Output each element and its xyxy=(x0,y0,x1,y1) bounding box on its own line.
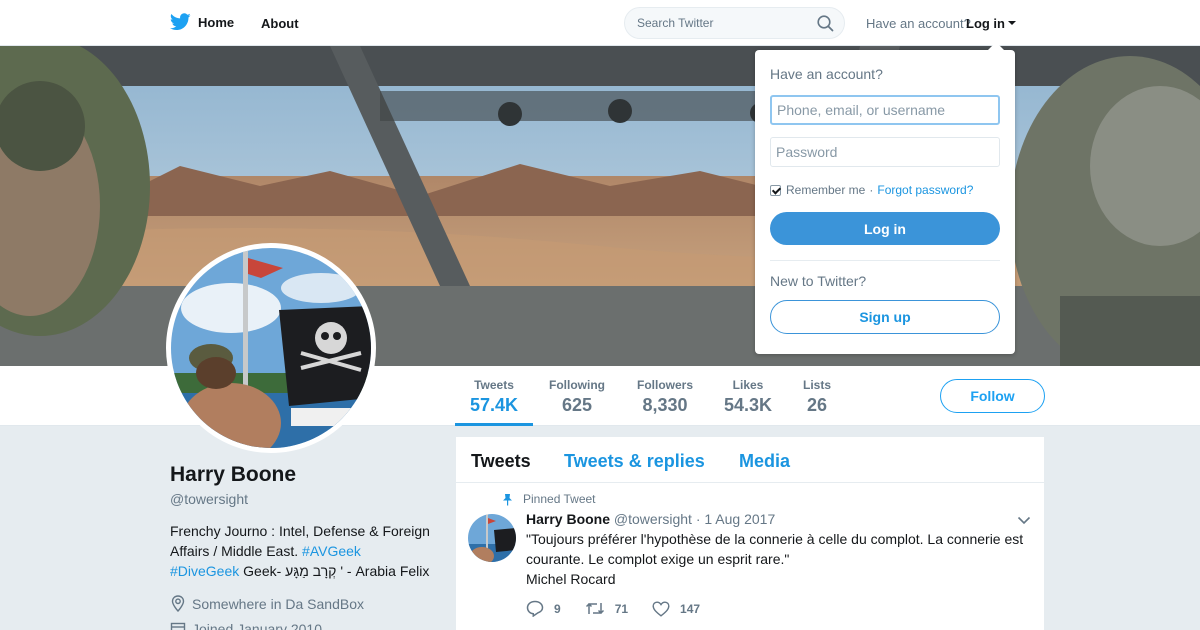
tweet-author-name[interactable]: Harry Boone xyxy=(526,511,610,527)
tweet-avatar[interactable] xyxy=(468,514,516,562)
remember-me-row: Remember me · Forgot password? xyxy=(770,183,973,197)
login-button[interactable]: Log in xyxy=(770,212,1000,245)
stat-following[interactable]: Following 625 xyxy=(547,378,607,416)
stat-tweets[interactable]: Tweets 57.4K xyxy=(470,378,518,416)
profile-handle[interactable]: @towersight xyxy=(170,491,248,507)
tweet-header: Harry Boone @towersight · 1 Aug 2017 xyxy=(526,511,775,527)
like-count: 147 xyxy=(680,601,701,616)
remember-me-checkbox[interactable] xyxy=(770,184,781,196)
profile-bio: Frenchy Journo : Intel, Defense & Foreig… xyxy=(170,521,440,581)
signup-button[interactable]: Sign up xyxy=(770,300,1000,334)
stat-followers[interactable]: Followers 8,330 xyxy=(635,378,695,416)
tweet-date[interactable]: 1 Aug 2017 xyxy=(704,511,775,527)
tweet-quote: "Toujours préférer l'hypothèse de la con… xyxy=(526,531,1024,567)
stat-label: Lists xyxy=(802,378,831,392)
pin-icon xyxy=(503,493,512,505)
chevron-down-icon[interactable] xyxy=(1008,21,1016,25)
home-nav-link[interactable]: Home xyxy=(170,13,234,31)
calendar-icon xyxy=(170,622,186,630)
tweet-separator: · xyxy=(695,511,701,527)
top-navigation-bar: Home About Have an account? Log in xyxy=(0,0,1200,46)
profile-join-date: Joined January 2010 xyxy=(170,621,322,630)
bio-text: Frenchy Journo : Intel, Defense & Foreig… xyxy=(170,523,430,559)
profile-avatar[interactable] xyxy=(166,243,376,453)
reply-button[interactable]: 9 xyxy=(526,600,561,617)
search-box[interactable] xyxy=(624,7,845,39)
pinned-tweet-label: Pinned Tweet xyxy=(502,492,596,506)
dropdown-title: Have an account? xyxy=(770,66,883,82)
stat-label: Tweets xyxy=(474,378,514,392)
username-field[interactable] xyxy=(770,95,1000,125)
reply-count: 9 xyxy=(554,601,561,616)
stat-likes[interactable]: Likes 54.3K xyxy=(722,378,774,416)
bio-hashtag-link[interactable]: #AVGeek xyxy=(302,543,361,559)
remember-me-label[interactable]: Remember me xyxy=(786,183,865,197)
chevron-down-icon[interactable] xyxy=(1017,516,1031,525)
stat-label: Likes xyxy=(732,378,764,392)
stat-value: 625 xyxy=(561,395,593,415)
profile-location: Somewhere in Da SandBox xyxy=(170,595,364,612)
stat-value: 57.4K xyxy=(470,395,519,415)
follow-button[interactable]: Follow xyxy=(940,379,1045,413)
login-dropdown-toggle[interactable]: Log in xyxy=(966,16,1005,31)
stat-label: Following xyxy=(549,378,605,392)
timeline-tabs: Tweets Tweets & replies Media xyxy=(456,437,1044,483)
retweet-icon xyxy=(585,602,604,615)
location-pin-icon xyxy=(171,595,185,612)
tab-tweets-and-replies[interactable]: Tweets & replies xyxy=(564,451,705,472)
like-button[interactable]: 147 xyxy=(652,600,700,617)
password-field[interactable] xyxy=(770,137,1000,167)
location-text: Somewhere in Da SandBox xyxy=(192,595,364,612)
heart-icon xyxy=(652,600,670,617)
stat-value: 8,330 xyxy=(642,395,688,415)
twitter-bird-icon xyxy=(170,13,191,31)
tweet-actions: 9 71 147 xyxy=(526,600,724,617)
stat-value: 54.3K xyxy=(723,395,773,415)
stat-lists[interactable]: Lists 26 xyxy=(800,378,834,416)
have-account-text: Have an account? xyxy=(866,16,971,31)
dropdown-divider xyxy=(770,260,1000,261)
stat-label: Followers xyxy=(636,378,693,392)
bio-text: Geek- קְרָב מַגָּע ' - Arabia Felix xyxy=(243,563,430,579)
tweet-timeline: Tweets Tweets & replies Media Pinned Twe… xyxy=(456,437,1044,630)
pinned-text: Pinned Tweet xyxy=(523,492,596,506)
search-input[interactable] xyxy=(625,8,805,38)
reply-icon xyxy=(526,600,544,617)
login-dropdown: Have an account? Remember me · Forgot pa… xyxy=(755,50,1015,354)
active-stat-underline xyxy=(455,423,533,426)
dropdown-arrow xyxy=(988,42,1004,50)
new-to-twitter-text: New to Twitter? xyxy=(770,273,867,289)
separator-dot: · xyxy=(869,183,874,197)
profile-name[interactable]: Harry Boone xyxy=(170,463,296,487)
join-date-text: Joined January 2010 xyxy=(192,621,322,630)
tweet-text: "Toujours préférer l'hypothèse de la con… xyxy=(526,529,1031,589)
tweet-author-handle[interactable]: @towersight xyxy=(614,511,692,527)
tab-media[interactable]: Media xyxy=(739,451,790,472)
home-label: Home xyxy=(198,14,235,30)
stat-value: 26 xyxy=(806,395,828,415)
retweet-button[interactable]: 71 xyxy=(585,600,628,617)
retweet-count: 71 xyxy=(614,601,629,616)
tweet-attribution: Michel Rocard xyxy=(526,571,616,587)
bio-hashtag-link[interactable]: #DiveGeek xyxy=(170,563,239,579)
about-nav-link[interactable]: About xyxy=(261,16,299,31)
search-icon[interactable] xyxy=(817,15,834,32)
tab-tweets[interactable]: Tweets xyxy=(471,451,531,472)
forgot-password-link[interactable]: Forgot password? xyxy=(877,183,973,197)
